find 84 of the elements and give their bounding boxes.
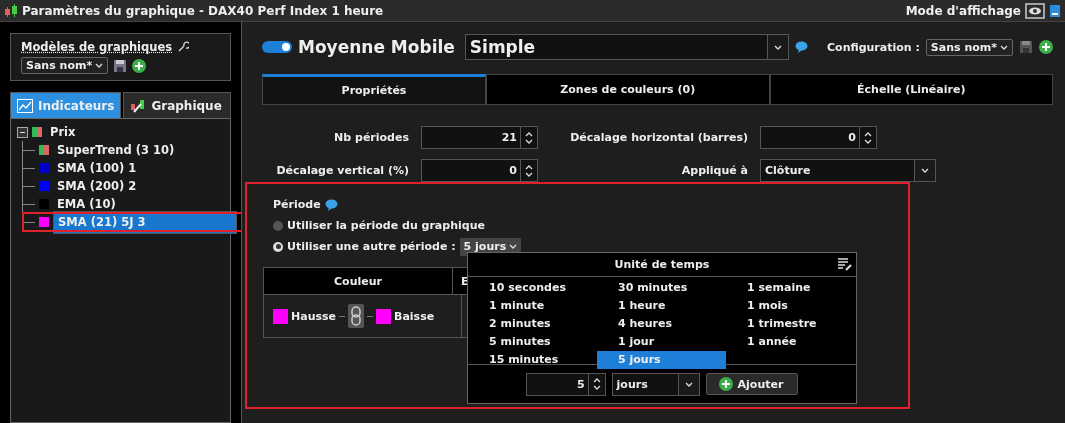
time-unit-option[interactable]: 5 jours bbox=[597, 351, 726, 369]
number-field[interactable]: 0 bbox=[760, 126, 877, 149]
tree-item[interactable]: Prix bbox=[46, 125, 80, 139]
popup-title: Unité de temps bbox=[614, 258, 710, 271]
toggle-switch[interactable] bbox=[262, 41, 292, 53]
tab[interactable]: Échelle (Linéaire) bbox=[769, 74, 1053, 105]
radio-label[interactable]: Utiliser la période du graphique bbox=[287, 219, 485, 232]
time-unit-option[interactable]: 10 secondes bbox=[468, 279, 597, 297]
time-unit-option[interactable]: 1 semaine bbox=[726, 279, 855, 297]
sidebar-tab[interactable]: Graphique bbox=[123, 92, 231, 118]
tree-item[interactable]: SMA (200) 2 bbox=[53, 179, 141, 193]
configuration-label: Configuration : bbox=[827, 40, 920, 54]
time-unit-option[interactable]: 1 minute bbox=[468, 297, 597, 315]
speech-bubble-icon[interactable] bbox=[794, 41, 808, 53]
template-dropdown[interactable]: Sans nom* bbox=[21, 57, 109, 74]
applied-to-dropdown[interactable]: Clôture bbox=[760, 159, 936, 182]
radio-button[interactable] bbox=[273, 241, 283, 252]
chain-link-icon[interactable] bbox=[348, 304, 364, 328]
speech-bubble-icon[interactable] bbox=[324, 198, 338, 211]
time-unit-option[interactable]: 1 heure bbox=[597, 297, 726, 315]
tree-item[interactable]: SMA (21) 5J 3 bbox=[53, 210, 237, 234]
tab[interactable]: Zones de couleurs (0) bbox=[486, 74, 770, 105]
number-field[interactable]: 21 bbox=[421, 126, 538, 149]
color-swatch[interactable] bbox=[273, 308, 288, 324]
field-label: Appliqué à bbox=[680, 164, 749, 177]
spin-arrows-icon[interactable] bbox=[525, 130, 533, 145]
add-icon[interactable] bbox=[132, 58, 147, 73]
swatch-label: Hausse bbox=[291, 309, 336, 323]
time-unit-option[interactable]: 1 mois bbox=[726, 297, 855, 315]
chevron-down-icon bbox=[773, 44, 782, 50]
collapse-icon[interactable] bbox=[17, 126, 28, 138]
tree-item[interactable]: SMA (100) 1 bbox=[53, 161, 141, 175]
chevron-down-icon bbox=[1000, 44, 1008, 50]
number-field[interactable]: 0 bbox=[421, 159, 538, 182]
period-dropdown[interactable]: 5 jours bbox=[459, 237, 522, 256]
two-tone-swatch-icon bbox=[32, 127, 42, 137]
time-unit-option[interactable]: 4 heures bbox=[597, 315, 726, 333]
chevron-down-icon bbox=[509, 244, 518, 249]
window-title: Paramètres du graphique - DAX40 Perf Index 1 heure bbox=[22, 3, 384, 18]
radio-label[interactable]: Utiliser une autre période : bbox=[287, 240, 456, 253]
save-icon[interactable] bbox=[113, 58, 128, 73]
tree-item[interactable]: SuperTrend (3 10) bbox=[53, 143, 179, 157]
color-swatch[interactable] bbox=[376, 308, 391, 324]
wrench-icon[interactable] bbox=[177, 41, 190, 53]
tree-item[interactable]: EMA (10) bbox=[53, 197, 120, 211]
chevron-down-icon bbox=[684, 381, 693, 387]
add-button[interactable]: Ajouter bbox=[705, 373, 799, 395]
chevron-down-icon bbox=[921, 168, 929, 173]
time-unit-option[interactable]: 30 minutes bbox=[597, 279, 726, 297]
field-label: Décalage horizontal (barres) bbox=[569, 131, 749, 144]
time-unit-option[interactable]: 1 jour bbox=[597, 333, 726, 351]
add-icon[interactable] bbox=[1039, 40, 1053, 54]
indicator-name: Moyenne Mobile bbox=[298, 37, 455, 57]
templates-label: Modèles de graphiques bbox=[21, 40, 173, 54]
add-icon bbox=[718, 377, 733, 391]
spin-arrows-icon[interactable] bbox=[864, 130, 872, 145]
time-unit-option[interactable]: 5 minutes bbox=[468, 333, 597, 351]
candlestick-icon bbox=[4, 3, 18, 18]
spin-arrows-icon[interactable] bbox=[525, 163, 533, 178]
line-chart-icon bbox=[17, 98, 33, 113]
two-tone-swatch-icon bbox=[39, 145, 49, 155]
count-field[interactable]: 5 bbox=[525, 372, 606, 396]
minimize-icon[interactable] bbox=[1049, 3, 1061, 18]
candlestick-wrench-icon bbox=[130, 97, 147, 114]
time-unit-option[interactable]: 1 année bbox=[726, 333, 855, 351]
period-label: Période bbox=[273, 198, 321, 211]
display-mode-label[interactable]: Mode d'affichage bbox=[905, 3, 1021, 18]
chevron-down-icon bbox=[95, 63, 104, 68]
save-icon[interactable] bbox=[1019, 40, 1033, 54]
configuration-dropdown[interactable]: Sans nom* bbox=[925, 38, 1013, 56]
eye-icon[interactable] bbox=[1025, 2, 1045, 19]
time-unit-option[interactable]: 15 minutes bbox=[468, 351, 597, 369]
unit-dropdown[interactable]: jours bbox=[611, 372, 700, 396]
time-unit-option[interactable]: 1 trimestre bbox=[726, 315, 855, 333]
swatch-label: Baisse bbox=[394, 309, 435, 323]
list-settings-icon[interactable] bbox=[837, 257, 853, 271]
time-unit-option[interactable]: 2 minutes bbox=[468, 315, 597, 333]
type-dropdown[interactable]: Simple bbox=[464, 34, 789, 60]
tab[interactable]: Propriétés bbox=[262, 74, 486, 105]
field-label: Nb périodes bbox=[333, 131, 410, 144]
field-label: Décalage vertical (%) bbox=[275, 164, 410, 177]
radio-button[interactable] bbox=[273, 220, 283, 231]
spin-arrows-icon[interactable] bbox=[592, 377, 601, 391]
column-header: Couleur bbox=[264, 268, 453, 294]
